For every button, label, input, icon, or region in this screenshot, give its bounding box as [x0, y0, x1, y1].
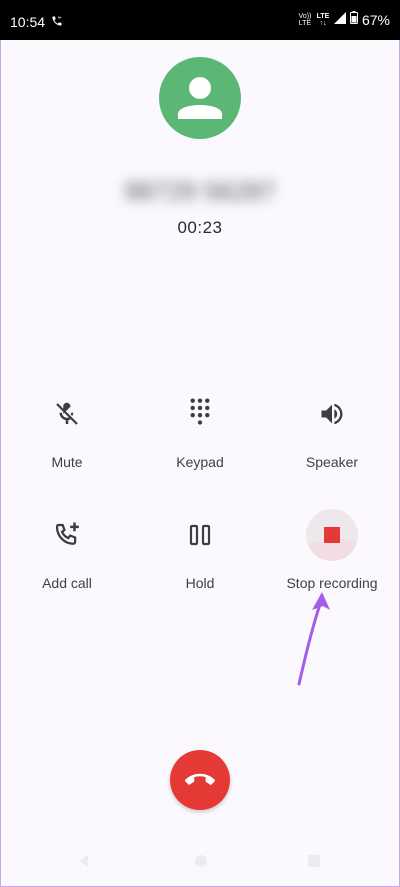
person-icon [178, 77, 222, 119]
call-duration: 00:23 [177, 218, 223, 237]
hold-button[interactable]: Hold [135, 507, 265, 591]
pause-icon [172, 507, 228, 563]
speaker-button[interactable]: Speaker [267, 386, 397, 470]
call-end-icon [185, 773, 215, 785]
add-call-icon [39, 507, 95, 563]
stop-icon [324, 527, 340, 543]
end-call-button[interactable] [170, 750, 230, 810]
caller-avatar [159, 57, 241, 139]
annotation-arrow [297, 592, 330, 686]
keypad-label: Keypad [176, 454, 224, 470]
back-nav-icon[interactable] [76, 853, 92, 869]
caller-name: 98729 56287 [124, 176, 276, 206]
mute-label: Mute [51, 454, 83, 470]
phone-call-icon [51, 14, 63, 32]
recents-nav-icon[interactable] [306, 853, 322, 869]
speaker-label: Speaker [305, 454, 359, 470]
add-call-label: Add call [42, 575, 92, 591]
mic-off-icon [39, 386, 95, 442]
status-time: 10:54 [10, 14, 46, 30]
add-call-button[interactable]: Add call [2, 507, 132, 591]
signal-icon [333, 11, 346, 29]
mute-button[interactable]: Mute [2, 386, 132, 470]
keypad-button[interactable]: Keypad [135, 386, 265, 470]
battery-percent: 67% [361, 12, 390, 28]
volume-icon [304, 386, 360, 442]
stop-recording-button[interactable]: Stop recording [267, 507, 397, 591]
lte-indicator: LTE ↑↓ [316, 13, 330, 27]
hold-label: Hold [185, 575, 215, 591]
home-nav-icon[interactable] [193, 853, 209, 869]
dialpad-icon [172, 386, 228, 442]
battery-icon [349, 11, 358, 29]
status-bar: 10:54 Vo)) LTE LTE ↑↓ 67% [0, 0, 400, 40]
volte-indicator: Vo)) LTE [298, 13, 312, 27]
